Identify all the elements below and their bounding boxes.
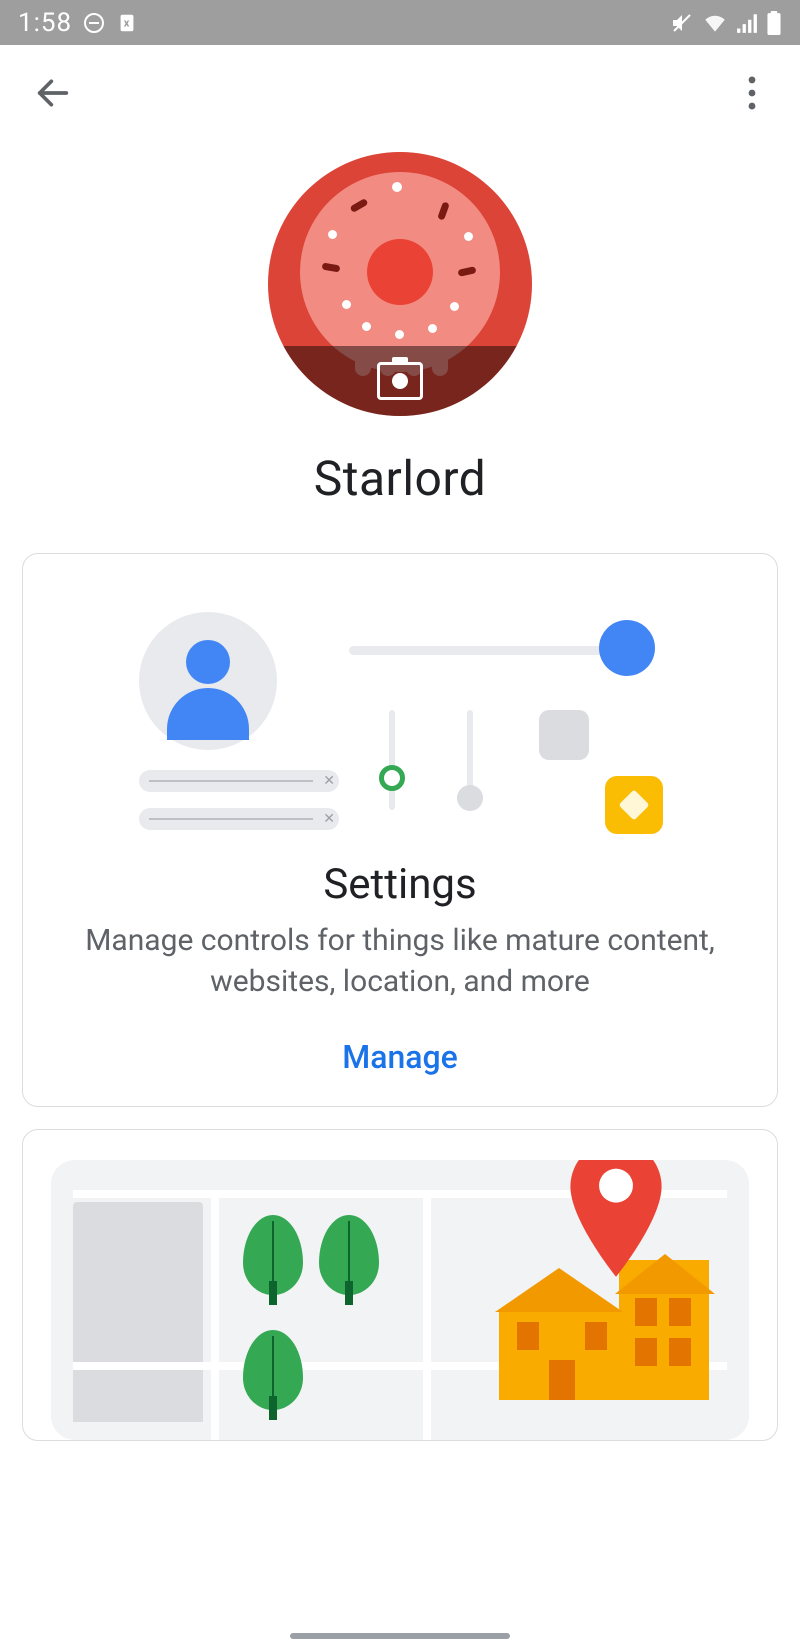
dnd-icon (82, 11, 106, 35)
location-illustration (51, 1160, 749, 1440)
signal-icon (736, 12, 758, 34)
svg-text:x: x (124, 16, 131, 29)
settings-card: Settings Manage controls for things like… (22, 553, 778, 1107)
app-bar (0, 45, 800, 140)
settings-card-description: Manage controls for things like mature c… (59, 921, 741, 1002)
profile-name: Starlord (314, 450, 487, 507)
location-pin-icon (563, 1160, 669, 1280)
more-options-button[interactable] (732, 68, 772, 118)
profile-avatar[interactable] (268, 152, 532, 416)
location-card (22, 1129, 778, 1441)
status-bar: 1:58 x (0, 0, 800, 45)
battery-icon (766, 11, 782, 35)
settings-illustration (59, 590, 741, 840)
settings-card-title: Settings (59, 860, 741, 909)
status-time: 1:58 (18, 8, 72, 38)
change-photo-overlay[interactable] (268, 346, 532, 416)
wifi-icon (702, 12, 728, 34)
profile-header: Starlord (0, 152, 800, 507)
mute-icon (670, 11, 694, 35)
home-indicator[interactable] (290, 1633, 510, 1639)
doc-icon: x (116, 12, 138, 34)
settings-manage-button[interactable]: Manage (59, 1038, 741, 1076)
back-button[interactable] (28, 68, 78, 118)
donut-icon (300, 172, 500, 372)
camera-icon (377, 362, 423, 400)
